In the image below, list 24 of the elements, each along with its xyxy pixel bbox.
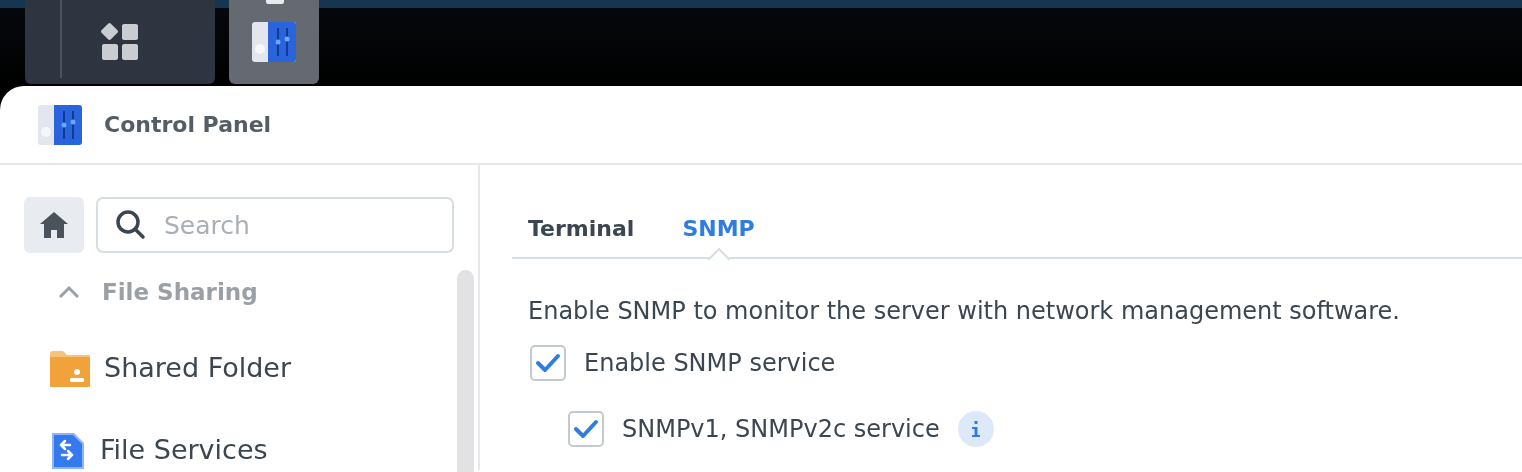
apps-grid-icon [101, 23, 139, 61]
check-icon [535, 353, 561, 373]
checkbox-label: Enable SNMP service [584, 348, 836, 379]
checkbox[interactable] [568, 411, 604, 447]
control-panel-icon [252, 22, 296, 62]
search-field[interactable]: Search [96, 197, 454, 253]
tab[interactable]: Terminal [512, 187, 651, 257]
check-icon [573, 419, 599, 439]
folder-icon [50, 350, 90, 387]
scrollbar[interactable] [457, 270, 474, 472]
search-icon [116, 210, 146, 240]
info-icon[interactable] [957, 411, 994, 447]
taskbar-app-button[interactable] [229, 0, 319, 84]
chevron-icon [58, 285, 80, 300]
sidebar-item[interactable]: File Services [50, 409, 268, 472]
sidebar-item[interactable]: Shared Folder [50, 327, 292, 410]
home-button[interactable] [24, 197, 84, 253]
home-icon [39, 211, 69, 239]
app-icon [38, 104, 82, 145]
apps-button[interactable] [25, 0, 215, 84]
window-title: Control Panel [104, 111, 272, 139]
checkbox[interactable] [530, 345, 566, 381]
checkbox-label: SNMPv1, SNMPv2c service [622, 414, 940, 445]
description-text: Enable SNMP to monitor the server with network management software. [528, 296, 1401, 327]
